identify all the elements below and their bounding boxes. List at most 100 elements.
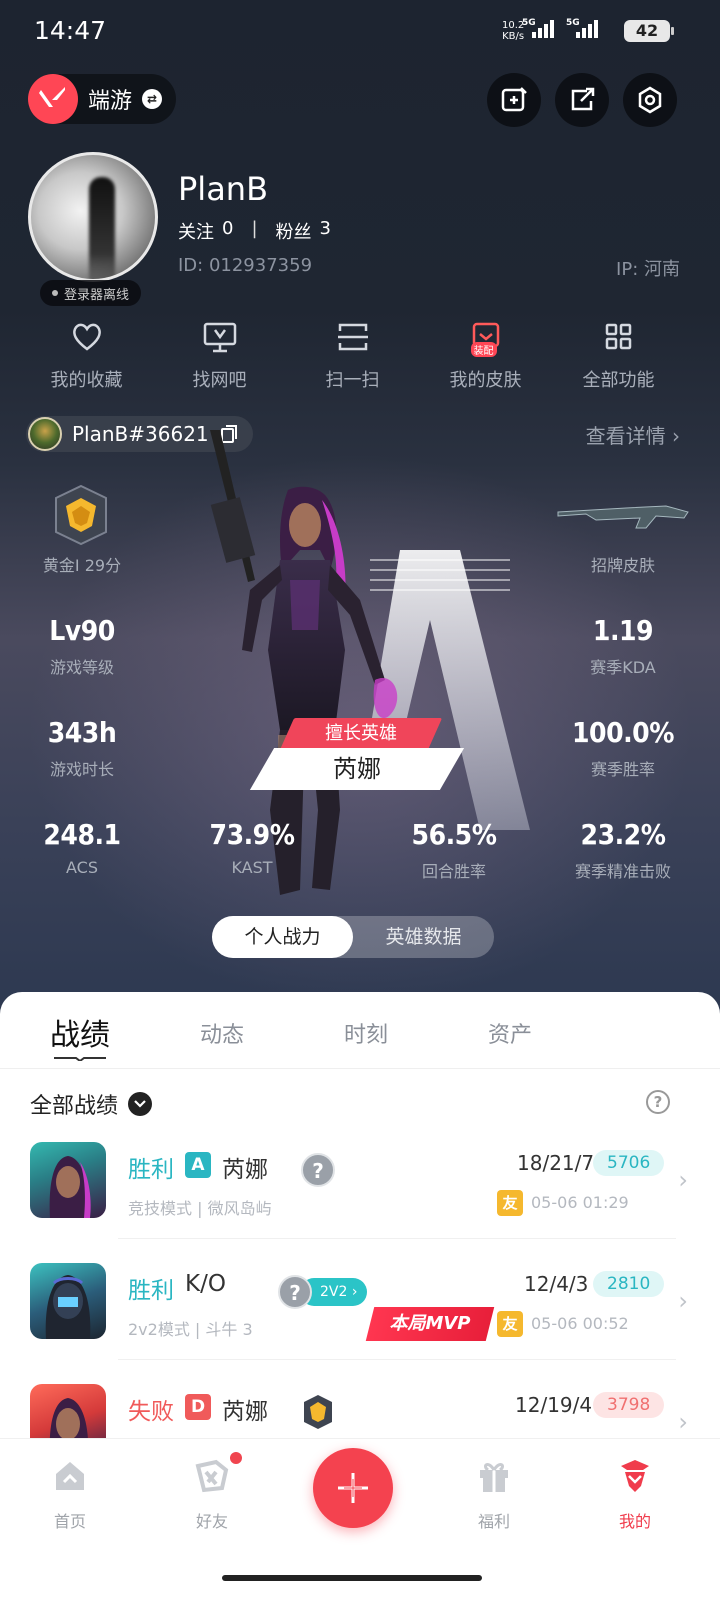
monitor-icon — [203, 320, 237, 354]
home-indicator — [222, 1575, 482, 1581]
scan-icon — [336, 320, 370, 354]
match-mode: 2v2模式 | 斗牛 3 — [128, 1320, 253, 1339]
valorant-logo-icon — [28, 74, 78, 124]
share-icon — [571, 87, 595, 111]
match-score: 2810 — [593, 1271, 665, 1297]
level-value: Lv90 — [49, 614, 115, 647]
match-score: 3798 — [593, 1392, 665, 1418]
edit-card-button[interactable] — [487, 73, 541, 127]
edit-card-icon — [501, 87, 527, 112]
hours-label: 游戏时长 — [49, 760, 114, 779]
headshot-value: 23.2% — [580, 818, 666, 851]
toggle-personal-power[interactable]: 个人战力 — [212, 916, 353, 958]
mvp-badge: 本局MVP — [365, 1307, 495, 1341]
fans-label: 粉丝 — [275, 222, 312, 243]
notification-dot — [230, 1452, 242, 1464]
stats-toggle: 个人战力 英雄数据 — [212, 916, 494, 958]
match-time: 05-06 00:52 — [531, 1314, 629, 1333]
follow-count: 0 — [222, 218, 234, 239]
home-icon — [56, 1462, 84, 1490]
unknown-rank-icon: ? — [301, 1153, 335, 1187]
settings-button[interactable] — [623, 73, 677, 127]
player-card-avatar — [28, 417, 62, 451]
help-icon[interactable]: ? — [646, 1090, 670, 1114]
acs-value: 248.1 — [43, 818, 121, 851]
hours-value: 343h — [47, 716, 117, 749]
fans-count: 3 — [319, 218, 331, 239]
game-switch[interactable]: 端游 ⇄ — [28, 74, 177, 124]
ip-location: IP: 河南 — [616, 259, 680, 280]
active-tab-indicator — [54, 1057, 106, 1061]
settings-hex-icon — [638, 86, 662, 114]
winrate-label: 赛季胜率 — [590, 760, 655, 779]
create-post-button[interactable] — [313, 1448, 393, 1528]
login-status-badge: 登录器离线 — [40, 280, 142, 306]
plus-icon — [338, 1473, 368, 1503]
friend-badge: 友 — [497, 1190, 523, 1216]
tab-feed[interactable]: 动态 — [200, 1017, 244, 1049]
match-filter[interactable]: 全部战绩 — [30, 1088, 153, 1120]
match-mode: 竞技模式 | 微风岛屿 — [128, 1199, 272, 1218]
signature-skin-weapon-icon — [557, 505, 689, 529]
unknown-rank-icon: ? — [278, 1275, 312, 1309]
nav-rewards[interactable]: 福利 — [454, 1456, 534, 1532]
share-button[interactable] — [555, 73, 609, 127]
signal-icon-1 — [532, 20, 554, 38]
headshot-label: 赛季精准击败 — [574, 862, 671, 881]
gift-icon — [480, 1463, 508, 1492]
kast-label: KAST — [231, 858, 273, 877]
menu-my-skins[interactable]: 装配 我的皮肤 — [419, 320, 552, 392]
row-divider — [118, 1359, 676, 1360]
follow-stats[interactable]: 关注 0 | 粉丝 3 — [178, 218, 331, 244]
rank-gold-icon — [55, 484, 107, 546]
view-detail-link[interactable]: 查看详情 › — [586, 420, 680, 449]
row-divider — [118, 1238, 676, 1239]
skin-icon: 装配 — [469, 320, 503, 357]
match-time: 05-06 01:29 — [531, 1193, 629, 1212]
signature-skin-label: 招牌皮肤 — [590, 556, 655, 575]
friend-badge: 友 — [497, 1311, 523, 1337]
heart-icon — [70, 320, 104, 354]
match-row[interactable]: 胜利 A 芮娜 ? 竞技模式 | 微风岛屿 18/21/7 5706 友 05-… — [0, 1132, 720, 1252]
match-kda: 12/4/3 — [524, 1272, 589, 1296]
chevron-right-icon: › — [678, 1287, 688, 1315]
match-result: 胜利 — [128, 1157, 174, 1183]
best-agent-tag: 擅长英雄 — [279, 718, 443, 750]
nav-home[interactable]: 首页 — [30, 1456, 110, 1532]
clock: 14:47 — [34, 16, 107, 45]
match-kda: 12/19/4 — [515, 1393, 593, 1417]
nav-friends[interactable]: 好友 — [172, 1456, 252, 1532]
tab-assets[interactable]: 资产 — [488, 1017, 532, 1049]
tab-match-history[interactable]: 战绩 — [50, 1010, 110, 1054]
grid-icon — [602, 320, 636, 354]
winrate-value: 100.0% — [572, 716, 674, 749]
match-result: 失败 — [128, 1399, 174, 1425]
match-agent: 芮娜 — [222, 1399, 268, 1425]
rank-gold-icon — [304, 1395, 332, 1429]
me-icon — [621, 1460, 649, 1492]
nav-me[interactable]: 我的 — [595, 1456, 675, 1532]
menu-favorites[interactable]: 我的收藏 — [20, 320, 153, 392]
kda-label: 赛季KDA — [590, 658, 656, 677]
avatar[interactable] — [28, 152, 158, 282]
battery-icon: 42 — [624, 20, 674, 42]
match-kda: 18/21/7 — [517, 1151, 595, 1175]
agent-avatar-reyna — [30, 1384, 106, 1438]
acs-label: ACS — [66, 858, 98, 877]
match-agent: 芮娜 — [222, 1157, 268, 1183]
kda-value: 1.19 — [592, 614, 654, 647]
game-name: 端游 — [88, 89, 133, 114]
toggle-agent-data[interactable]: 英雄数据 — [353, 916, 494, 958]
round-winrate-label: 回合胜率 — [421, 862, 486, 881]
menu-find-cafe[interactable]: 找网吧 — [153, 320, 286, 392]
match-row[interactable]: 失败 D 芮娜 12/19/4 3798 › — [0, 1374, 720, 1438]
menu-all-functions[interactable]: 全部功能 — [552, 320, 685, 392]
username: PlanB — [178, 170, 269, 208]
menu-scan[interactable]: 扫一扫 — [286, 320, 419, 392]
chevron-down-icon — [128, 1092, 153, 1116]
tab-moments[interactable]: 时刻 — [344, 1017, 388, 1049]
friends-icon — [195, 1459, 229, 1493]
separator: | — [251, 218, 258, 239]
match-row[interactable]: 胜利 K/O 2V2 › ? 2v2模式 | 斗牛 3 本局MVP 12/4/3… — [0, 1253, 720, 1373]
avatar-figure — [89, 177, 115, 279]
